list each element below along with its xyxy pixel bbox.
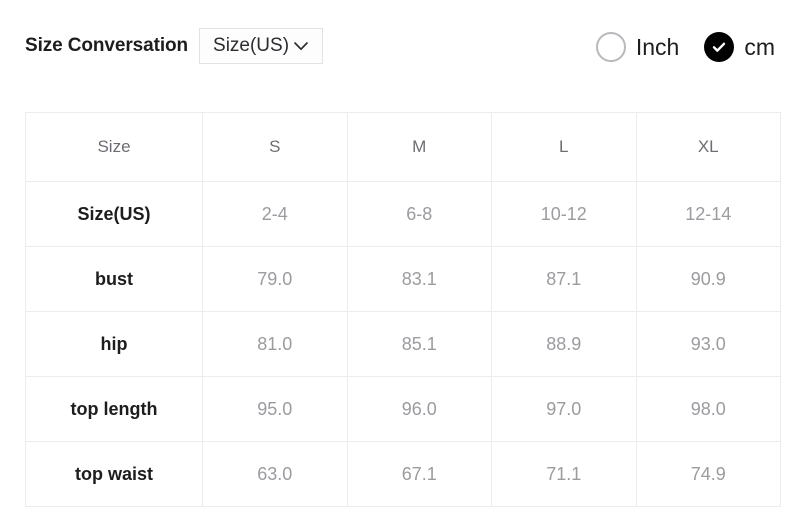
size-system-select[interactable]: Size(US) [199, 28, 324, 64]
column-header-size: Size [25, 112, 203, 182]
table-cell: 10-12 [491, 181, 637, 247]
table-cell: 67.1 [346, 441, 492, 507]
row-label: bust [25, 246, 203, 312]
table-row: bust 79.0 83.1 87.1 90.9 [25, 246, 781, 312]
row-label: top waist [25, 441, 203, 507]
unit-option-cm-label: cm [744, 33, 775, 60]
column-header-l: L [491, 112, 637, 182]
column-header-m: M [346, 112, 492, 182]
table-cell: 97.0 [491, 376, 637, 442]
table-row: hip 81.0 85.1 88.9 93.0 [25, 311, 781, 377]
row-label: hip [25, 311, 203, 377]
row-label: Size(US) [25, 181, 203, 247]
table-cell: 93.0 [635, 311, 781, 377]
chevron-down-icon [291, 36, 311, 56]
table-cell: 74.9 [635, 441, 781, 507]
column-header-s: S [202, 112, 348, 182]
table-header-row: Size S M L XL [25, 112, 781, 182]
unit-option-inch[interactable]: Inch [595, 32, 680, 62]
unit-option-cm[interactable]: cm [704, 32, 775, 62]
unit-radio-group: Inch cm [595, 32, 775, 62]
table-cell: 63.0 [202, 441, 348, 507]
unit-option-inch-label: Inch [635, 33, 680, 60]
table-cell: 95.0 [202, 376, 348, 442]
size-chart-table: Size S M L XL Size(US) 2-4 6-8 10-12 12-… [25, 112, 781, 507]
size-conversion-toolbar: Size Conversation Size(US) Inch cm [0, 0, 800, 100]
table-cell: 71.1 [491, 441, 637, 507]
table-cell: 81.0 [202, 311, 348, 377]
size-conversion-label: Size Conversation [25, 35, 189, 56]
row-label: top length [25, 376, 203, 442]
table-cell: 96.0 [346, 376, 492, 442]
conversion-controls: Size Conversation Size(US) [25, 28, 324, 64]
table-cell: 90.9 [635, 246, 781, 312]
table-cell: 87.1 [491, 246, 637, 312]
table-cell: 12-14 [635, 181, 781, 247]
table-cell: 6-8 [346, 181, 492, 247]
table-cell: 2-4 [202, 181, 348, 247]
radio-checked-icon[interactable] [704, 32, 735, 62]
table-row: top length 95.0 96.0 97.0 98.0 [25, 376, 781, 442]
table-cell: 98.0 [635, 376, 781, 442]
table-row: top waist 63.0 67.1 71.1 74.9 [25, 441, 781, 507]
table-cell: 85.1 [346, 311, 492, 377]
table-row: Size(US) 2-4 6-8 10-12 12-14 [25, 181, 781, 247]
table-cell: 79.0 [202, 246, 348, 312]
table-cell: 88.9 [491, 311, 637, 377]
radio-unchecked-icon[interactable] [595, 32, 626, 62]
column-header-xl: XL [635, 112, 781, 182]
table-cell: 83.1 [346, 246, 492, 312]
size-system-select-value: Size(US) [213, 35, 290, 56]
